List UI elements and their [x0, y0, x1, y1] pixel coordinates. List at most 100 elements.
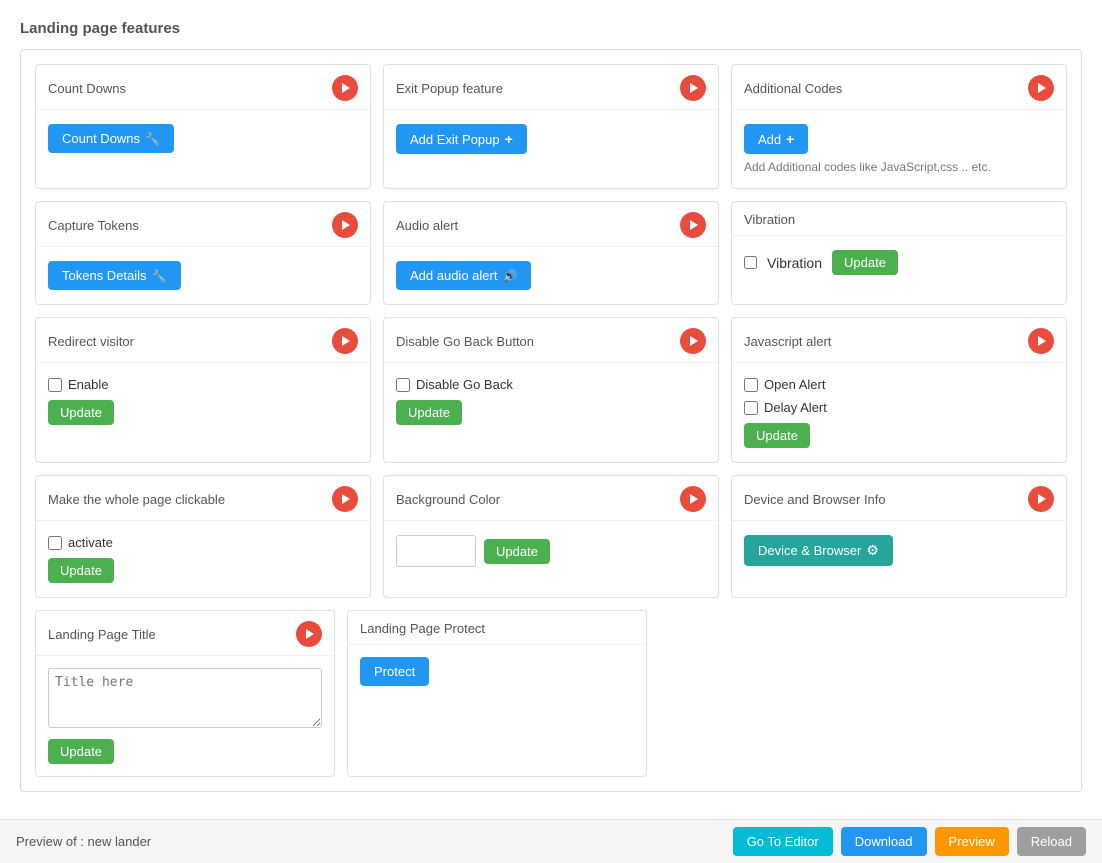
open-alert-checkbox[interactable] — [744, 378, 758, 392]
background-color-play-btn[interactable] — [680, 486, 706, 512]
device-browser-title: Device and Browser Info — [744, 492, 886, 507]
additional-codes-header: Additional Codes — [732, 65, 1066, 110]
add-exit-popup-btn[interactable]: Add Exit Popup — [396, 124, 527, 154]
add-codes-btn[interactable]: Add — [744, 124, 808, 154]
activate-checkbox[interactable] — [48, 536, 62, 550]
disable-goback-play-btn[interactable] — [680, 328, 706, 354]
delay-alert-checkbox-row: Delay Alert — [744, 400, 1054, 415]
plus-icon-codes — [786, 131, 794, 147]
javascript-alert-body: Open Alert Delay Alert Update — [732, 363, 1066, 462]
redirect-visitor-body: Enable Update — [36, 363, 370, 439]
exit-popup-body: Add Exit Popup — [384, 110, 718, 168]
delay-alert-checkbox[interactable] — [744, 401, 758, 415]
landing-page-protect-body: Protect — [348, 645, 646, 698]
count-downs-btn[interactable]: Count Downs — [48, 124, 174, 153]
javascript-alert-card: Javascript alert Open Alert Delay Alert … — [731, 317, 1067, 463]
redirect-visitor-header: Redirect visitor — [36, 318, 370, 363]
vibration-row: Vibration Update — [744, 250, 1054, 275]
capture-tokens-body: Tokens Details — [36, 247, 370, 304]
additional-codes-card: Additional Codes Add Add Additional code… — [731, 64, 1067, 189]
additional-codes-text: Add Additional codes like JavaScript,css… — [744, 160, 1054, 174]
exit-popup-header: Exit Popup feature — [384, 65, 718, 110]
gear-icon — [866, 542, 879, 559]
landing-page-title-body: Update — [36, 656, 334, 776]
title-textarea[interactable] — [48, 668, 322, 728]
make-clickable-title: Make the whole page clickable — [48, 492, 225, 507]
bottom-cards-row: Landing Page Title Update Landing Page P… — [35, 610, 1067, 777]
open-alert-checkbox-row: Open Alert — [744, 377, 1054, 392]
bg-color-row: Update — [396, 535, 706, 567]
capture-tokens-play-btn[interactable] — [332, 212, 358, 238]
exit-popup-title: Exit Popup feature — [396, 81, 503, 96]
audio-alert-title: Audio alert — [396, 218, 458, 233]
protect-btn[interactable]: Protect — [360, 657, 429, 686]
audio-alert-header: Audio alert — [384, 202, 718, 247]
speaker-icon — [502, 268, 517, 283]
disable-goback-header: Disable Go Back Button — [384, 318, 718, 363]
redirect-visitor-title: Redirect visitor — [48, 334, 134, 349]
audio-alert-body: Add audio alert — [384, 247, 718, 304]
disable-goback-label: Disable Go Back — [416, 377, 513, 392]
device-browser-play-btn[interactable] — [1028, 486, 1054, 512]
disable-goback-checkbox-row: Disable Go Back — [396, 377, 706, 392]
js-alert-update-btn[interactable]: Update — [744, 423, 810, 448]
add-audio-alert-btn[interactable]: Add audio alert — [396, 261, 531, 290]
vibration-checkbox[interactable] — [744, 256, 757, 269]
count-downs-title: Count Downs — [48, 81, 126, 96]
bg-color-update-btn[interactable]: Update — [484, 539, 550, 564]
redirect-visitor-play-btn[interactable] — [332, 328, 358, 354]
bottom-bar-buttons: Go To Editor Download Preview Reload — [733, 827, 1086, 856]
exit-popup-play-btn[interactable] — [680, 75, 706, 101]
audio-alert-play-btn[interactable] — [680, 212, 706, 238]
disable-goback-card: Disable Go Back Button Disable Go Back U… — [383, 317, 719, 463]
device-browser-header: Device and Browser Info — [732, 476, 1066, 521]
go-to-editor-btn[interactable]: Go To Editor — [733, 827, 833, 856]
enable-checkbox[interactable] — [48, 378, 62, 392]
make-clickable-body: activate Update — [36, 521, 370, 597]
plus-icon — [505, 131, 513, 147]
capture-tokens-title: Capture Tokens — [48, 218, 139, 233]
make-clickable-update-btn[interactable]: Update — [48, 558, 114, 583]
count-downs-play-btn[interactable] — [332, 75, 358, 101]
vibration-body: Vibration Update — [732, 236, 1066, 297]
device-browser-btn[interactable]: Device & Browser — [744, 535, 893, 566]
disable-goback-title: Disable Go Back Button — [396, 334, 534, 349]
features-outer: Count Downs Count Downs Exit Popup featu… — [20, 49, 1082, 792]
disable-goback-checkbox[interactable] — [396, 378, 410, 392]
landing-title-play-btn[interactable] — [296, 621, 322, 647]
landing-page-title-label: Landing Page Title — [48, 627, 156, 642]
count-downs-body: Count Downs — [36, 110, 370, 167]
make-clickable-card: Make the whole page clickable activate U… — [35, 475, 371, 598]
audio-alert-card: Audio alert Add audio alert — [383, 201, 719, 305]
enable-label: Enable — [68, 377, 108, 392]
vibration-label: Vibration — [767, 255, 822, 271]
vibration-card: Vibration Vibration Update — [731, 201, 1067, 305]
vibration-header: Vibration — [732, 202, 1066, 236]
exit-popup-card: Exit Popup feature Add Exit Popup — [383, 64, 719, 189]
wrench-icon — [145, 131, 160, 146]
capture-tokens-header: Capture Tokens — [36, 202, 370, 247]
javascript-alert-header: Javascript alert — [732, 318, 1066, 363]
landing-title-update-btn[interactable]: Update — [48, 739, 114, 764]
device-browser-body: Device & Browser — [732, 521, 1066, 580]
download-btn[interactable]: Download — [841, 827, 927, 856]
reload-btn[interactable]: Reload — [1017, 827, 1086, 856]
javascript-alert-play-btn[interactable] — [1028, 328, 1054, 354]
make-clickable-play-btn[interactable] — [332, 486, 358, 512]
enable-checkbox-row: Enable — [48, 377, 358, 392]
tokens-details-btn[interactable]: Tokens Details — [48, 261, 181, 290]
vibration-title: Vibration — [744, 212, 795, 227]
additional-codes-title: Additional Codes — [744, 81, 842, 96]
bg-color-input[interactable] — [396, 535, 476, 567]
javascript-alert-title: Javascript alert — [744, 334, 831, 349]
additional-codes-body: Add Add Additional codes like JavaScript… — [732, 110, 1066, 188]
disable-goback-update-btn[interactable]: Update — [396, 400, 462, 425]
activate-label: activate — [68, 535, 113, 550]
preview-btn[interactable]: Preview — [935, 827, 1009, 856]
landing-page-title-card: Landing Page Title Update — [35, 610, 335, 777]
redirect-update-btn[interactable]: Update — [48, 400, 114, 425]
additional-codes-play-btn[interactable] — [1028, 75, 1054, 101]
capture-tokens-card: Capture Tokens Tokens Details — [35, 201, 371, 305]
landing-page-title-header: Landing Page Title — [36, 611, 334, 656]
vibration-update-btn[interactable]: Update — [832, 250, 898, 275]
